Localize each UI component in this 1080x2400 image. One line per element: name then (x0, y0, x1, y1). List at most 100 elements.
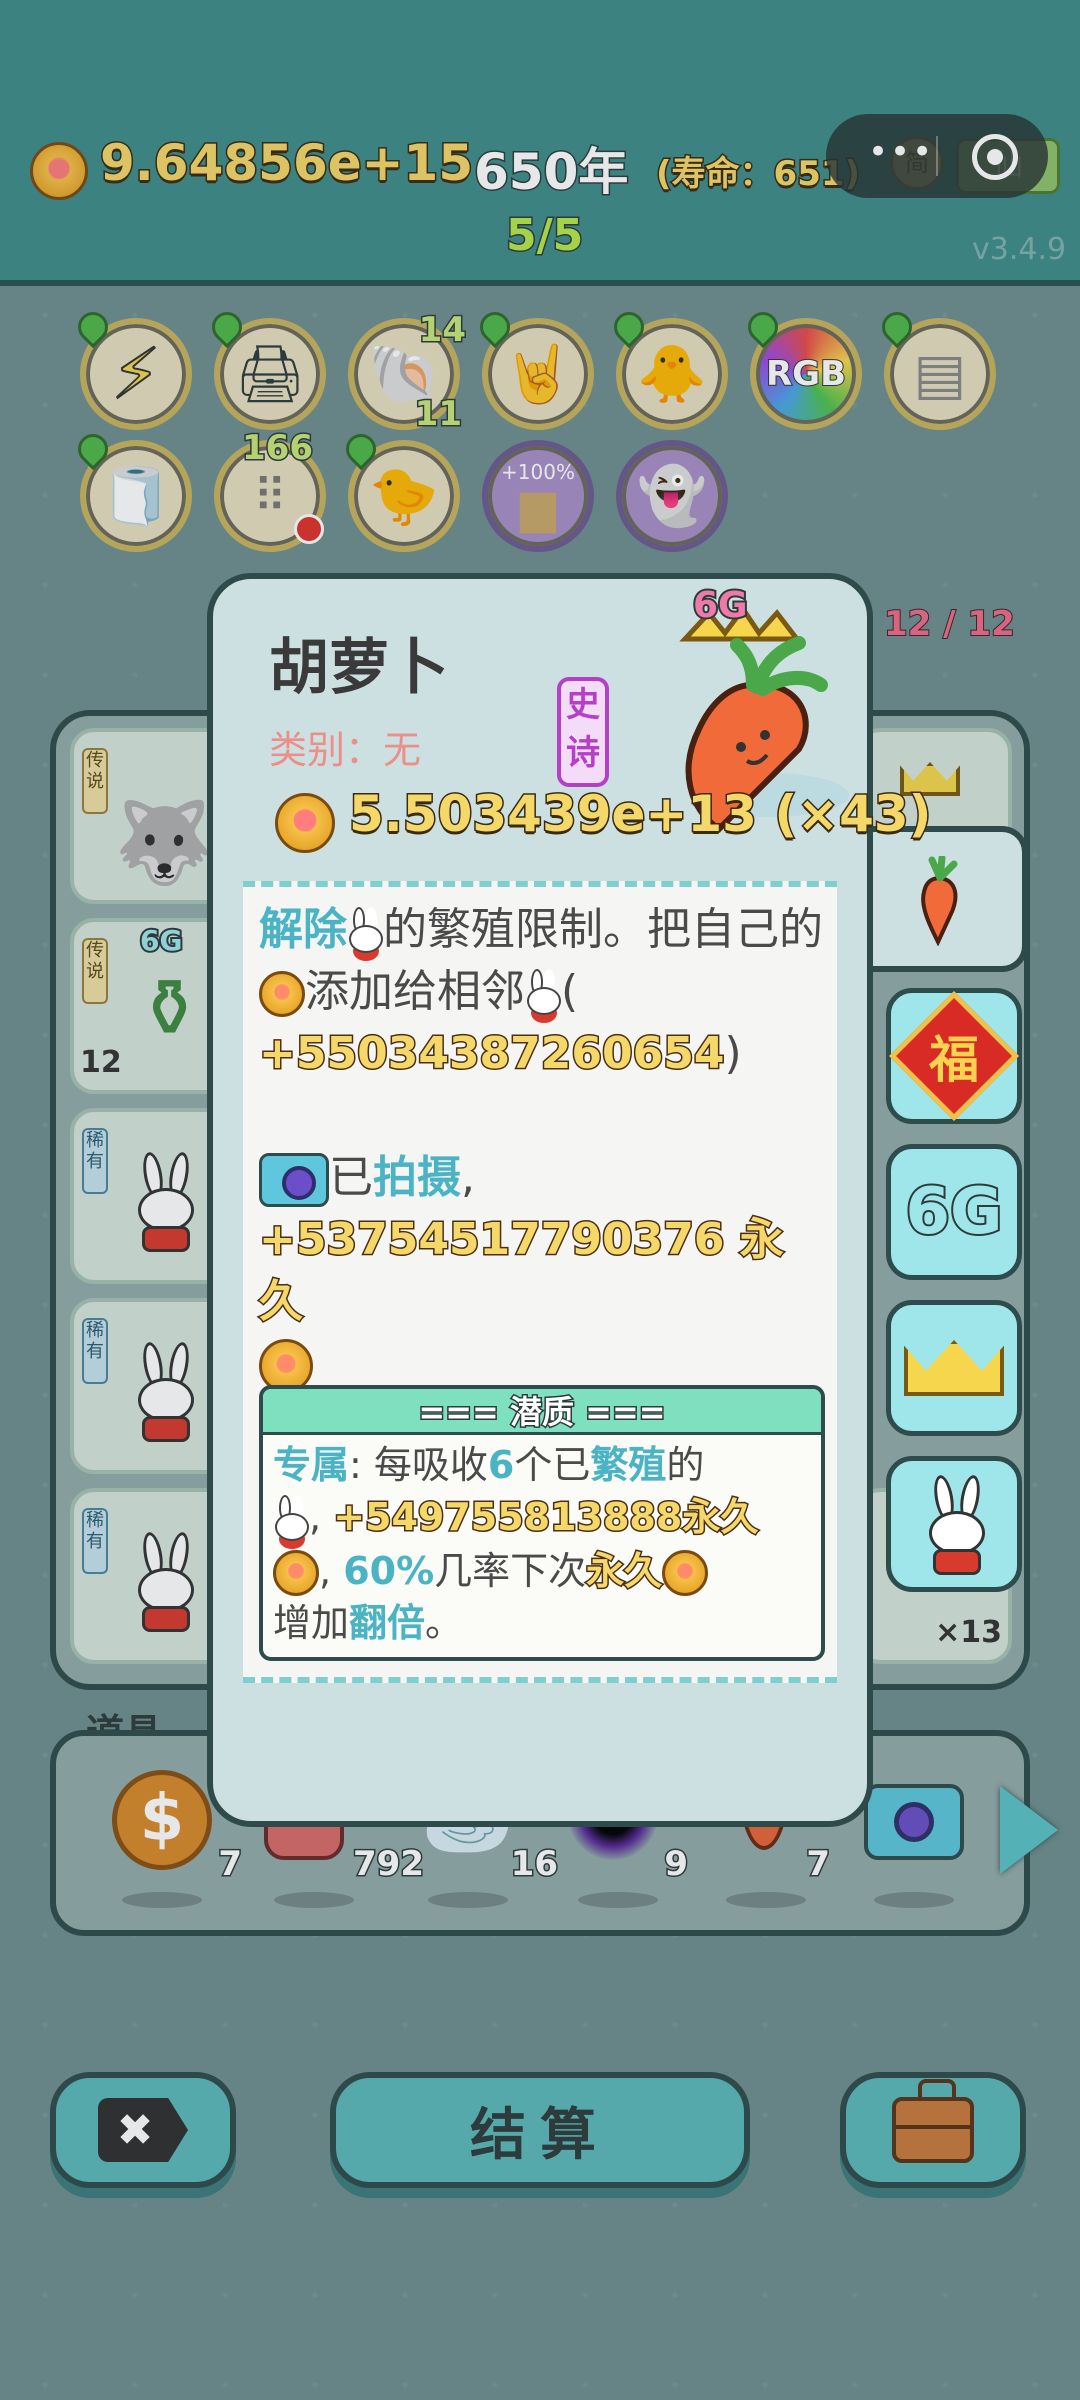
vase-icon: ⚱ (136, 962, 204, 1055)
potential-title: === 潜质 === (263, 1389, 821, 1435)
inventory-button[interactable] (840, 2072, 1026, 2188)
tab-6g[interactable]: 6G (886, 1144, 1022, 1280)
rarity-badge: 史诗 (557, 677, 609, 787)
settle-button[interactable]: 结算 (330, 2072, 750, 2188)
item-count: 16 (509, 1843, 559, 1886)
symbol-category: 类别：无 (269, 728, 422, 772)
total-money: 9.64856e+15 (98, 133, 474, 194)
potential-number: 6 (487, 1443, 515, 1487)
more-menu-icon[interactable]: ••• (868, 132, 934, 172)
rock-hand-symbol-icon[interactable]: 🤘 (473, 305, 594, 430)
egg-tray-count: 166 (241, 427, 315, 470)
tab-carrot[interactable] (868, 826, 1028, 972)
item-count: 792 (352, 1843, 426, 1886)
rabbit-icon (273, 1494, 309, 1545)
rabbit-icon (921, 1473, 993, 1579)
desc-text: , (461, 1152, 475, 1203)
cell-multiplier-right: ×13 (935, 1615, 1002, 1650)
item-count: 7 (217, 1843, 244, 1886)
shell-count-bottom: 11 (413, 393, 463, 436)
potential-text-part: : 每吸收 (349, 1443, 488, 1487)
keyword-double: 翻倍 (349, 1600, 426, 1645)
close-miniprogram-icon[interactable] (972, 134, 1018, 180)
item-shadow (726, 1892, 806, 1908)
keyword-photographed: 拍摄 (373, 1152, 461, 1203)
keyword-exclusive: 专属 (273, 1443, 350, 1487)
item-shadow (122, 1892, 202, 1908)
item-shadow (578, 1892, 658, 1908)
next-items-arrow-icon[interactable] (1000, 1786, 1058, 1874)
tab-crown[interactable] (886, 1300, 1022, 1436)
fortune-char: 福 (929, 1031, 979, 1089)
carrot-icon (921, 856, 958, 946)
rarity-tag: 传说 (82, 748, 108, 814)
bonus-amount: +55034387260654 (257, 1027, 725, 1081)
rabbit-icon (130, 1340, 202, 1446)
potential-text: 专属: 每吸收6个已繁殖的 , +549755813888永久 , 60%几率下… (263, 1435, 821, 1653)
6g-badge: 6G (691, 583, 750, 628)
crown-icon (904, 1340, 1004, 1396)
slot-counter: 12 / 12 (883, 603, 1016, 645)
keyword-unlock: 解除 (259, 904, 347, 955)
desc-text: 的繁殖限制。把自己的 (383, 904, 823, 955)
item-shadow (428, 1892, 508, 1908)
item-slot[interactable] (864, 1770, 964, 1908)
tissue-box-symbol-icon[interactable]: 🧻 (71, 427, 192, 552)
heart-coin-icon (275, 793, 335, 853)
item-count: 7 (805, 1843, 832, 1886)
chick-symbol-icon[interactable]: 🐥 (607, 305, 728, 430)
rabbit-icon (130, 1150, 202, 1256)
rgb-symbol-icon[interactable]: RGB (741, 305, 862, 430)
version-label: v3.4.9 (972, 232, 1067, 267)
6g-icon: 6G (903, 1173, 1004, 1251)
item-slot[interactable]: $ 7 (112, 1770, 243, 1908)
description-text: 解除 的繁殖限制。把自己的添加给相邻 ( +55034387260654) 已拍摄,… (257, 899, 825, 1395)
shell-symbol-icon[interactable]: 14 🐚 11 (348, 309, 468, 436)
keyword-permanent: 永久 (585, 1547, 664, 1594)
skip-button[interactable]: ✖ (50, 2072, 236, 2188)
camera-icon (864, 1784, 964, 1860)
description-card: 解除 的繁殖限制。把自己的添加给相邻 ( +55034387260654) 已拍摄,… (243, 881, 837, 1683)
item-count: 9 (663, 1843, 690, 1886)
symbol-detail-popup: 胡萝卜 类别：无 史诗 6G 5.503439e+13 (×43) 解除 的繁殖限… (207, 573, 933, 1827)
rabbit-icon (347, 907, 383, 957)
6g-badge: 6G (138, 922, 185, 959)
heart-coin-icon (662, 1550, 709, 1596)
heart-coin-icon (30, 142, 88, 200)
rarity-tag: 稀有 (82, 1318, 108, 1384)
year-counter: 650年 (472, 142, 629, 203)
bucket-symbol-icon[interactable]: +100% ▆ (482, 440, 594, 552)
skirt-symbol-icon[interactable]: ▤ (875, 305, 996, 430)
rgb-label: RGB (765, 353, 847, 395)
ghost-symbol-icon[interactable]: 👻 (616, 440, 728, 552)
cell-count-left: 12 (80, 1045, 122, 1080)
tab-rabbit[interactable] (886, 1456, 1022, 1592)
husky-icon: 🐺 (114, 796, 214, 889)
tab-fortune[interactable]: 福 (886, 988, 1022, 1124)
desc-text: 已 (329, 1152, 373, 1203)
remove-badge-icon (294, 514, 324, 544)
rabbit-icon (130, 1530, 202, 1636)
camera-icon (259, 1153, 329, 1207)
rarity-tag: 稀有 (82, 1128, 108, 1194)
item-shadow (274, 1892, 354, 1908)
desc-text: ) (724, 1028, 742, 1079)
rabbit-icon (525, 969, 561, 1019)
potential-text-part: 。 (425, 1600, 464, 1645)
potential-text-part: , (319, 1548, 332, 1593)
desc-text: ( (561, 966, 579, 1017)
permanent-bonus: +53754517790376 永久 (258, 1213, 786, 1329)
potential-text-part: 个已 (514, 1443, 591, 1487)
miniprogram-capsule: ••• (826, 114, 1048, 198)
top-status-bar: 9.64856e+15 650年 (寿命：651) 5/5 v3.4.9 简 仙… (0, 0, 1080, 286)
symbol-value: 5.503439e+13 (×43) (348, 784, 933, 845)
chick-syringe-symbol-icon[interactable]: 🐤 (339, 427, 460, 552)
heart-coin-icon (273, 1550, 319, 1596)
egg-tray-symbol-icon[interactable]: 166 ⠿ (214, 427, 326, 552)
lightning-symbol-icon[interactable]: ⚡ (71, 305, 192, 430)
desc-text: 添加给相邻 (305, 966, 525, 1017)
fortune-icon: 福 (888, 990, 1020, 1122)
item-shadow (874, 1892, 954, 1908)
potential-text-part: 几率下次 (434, 1548, 587, 1593)
printer-symbol-icon[interactable]: 🖨 (205, 305, 326, 430)
